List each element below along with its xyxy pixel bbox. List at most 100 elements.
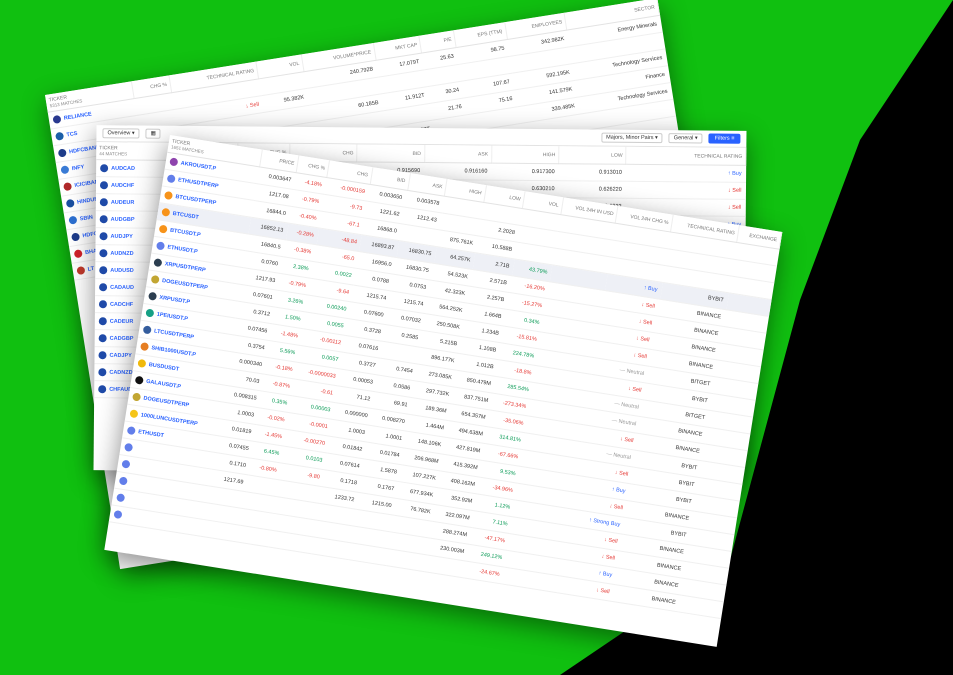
ticker-logo-icon bbox=[134, 375, 144, 385]
ticker-symbol[interactable]: SHIB1000USDT.P bbox=[151, 345, 196, 358]
ticker-symbol[interactable]: AUDJPY bbox=[111, 234, 133, 240]
ticker-symbol[interactable]: AUDGBP bbox=[111, 217, 135, 223]
view-select[interactable]: Overview ▾ bbox=[102, 128, 140, 139]
ticker-symbol[interactable]: GALAUSDT.P bbox=[146, 379, 182, 390]
technical-rating-cell: ↓ Sell bbox=[625, 181, 746, 200]
currency-flag-icon bbox=[99, 283, 108, 292]
ticker-symbol[interactable] bbox=[135, 446, 136, 452]
column-header-low[interactable]: LOW bbox=[558, 146, 627, 165]
ticker-symbol[interactable]: AUDCHF bbox=[111, 183, 134, 189]
ticker-logo-icon bbox=[147, 291, 158, 301]
column-header-high[interactable]: HIGH bbox=[491, 145, 559, 164]
currency-flag-icon bbox=[98, 317, 107, 326]
currency-flag-icon bbox=[98, 368, 107, 377]
ticker-logo-icon bbox=[158, 224, 168, 234]
general-filter-label: General bbox=[673, 135, 694, 142]
ticker-symbol[interactable]: BUSDUSDT bbox=[148, 362, 179, 373]
ticker-symbol[interactable]: ETHUSDT.P bbox=[167, 244, 198, 255]
ticker-logo-icon bbox=[145, 308, 155, 318]
ticker-symbol[interactable]: BTCUSDTPERP bbox=[175, 194, 217, 206]
ticker-logo-icon bbox=[126, 426, 136, 436]
ticker-symbol[interactable]: CADGBP bbox=[110, 336, 134, 342]
ticker-logo-icon bbox=[71, 232, 81, 242]
ticker-symbol[interactable]: XRPUSDTPERP bbox=[164, 261, 206, 273]
ticker-logo-icon bbox=[116, 493, 126, 503]
ticker-symbol[interactable]: SBIN bbox=[79, 215, 93, 223]
currency-flag-icon bbox=[99, 215, 108, 224]
ticker-logo-icon bbox=[63, 182, 73, 192]
ticker-symbol[interactable] bbox=[132, 463, 133, 469]
toolbar-spacer bbox=[167, 134, 595, 138]
ticker-symbol[interactable]: LT bbox=[87, 266, 94, 273]
ticker-symbol[interactable] bbox=[127, 496, 128, 502]
ticker-logo-icon bbox=[163, 190, 174, 201]
ticker-symbol[interactable]: CADEUR bbox=[110, 319, 134, 325]
ticker-symbol[interactable]: TCS bbox=[66, 131, 78, 139]
ticker-symbol[interactable]: BTCUSDT bbox=[172, 211, 199, 221]
currency-flag-icon bbox=[100, 164, 109, 173]
currency-flag-icon bbox=[98, 334, 107, 343]
ticker-logo-icon bbox=[137, 358, 147, 368]
low-cell: 0.913010 bbox=[558, 163, 626, 182]
currency-flag-icon bbox=[99, 249, 108, 258]
ticker-symbol[interactable]: AUDNZD bbox=[110, 251, 133, 257]
currency-flag-icon bbox=[99, 198, 108, 207]
technical-rating-cell: ↑ Buy bbox=[625, 164, 746, 183]
ticker-logo-icon bbox=[169, 157, 179, 167]
currency-flag-icon bbox=[98, 351, 107, 360]
ticker-logo-icon bbox=[52, 114, 62, 125]
ticker-logo-icon bbox=[55, 131, 65, 141]
ticker-logo-icon bbox=[73, 249, 83, 259]
column-header-bid[interactable]: BID bbox=[357, 144, 425, 163]
currency-flag-icon bbox=[99, 266, 108, 275]
filters-button-label: Filters bbox=[714, 135, 730, 142]
ticker-logo-icon bbox=[132, 392, 142, 402]
columns-grid-icon[interactable]: ▦ bbox=[145, 128, 161, 139]
currency-flag-icon bbox=[99, 181, 109, 190]
ticker-logo-icon bbox=[121, 459, 131, 469]
change-percent-cell bbox=[237, 525, 272, 547]
ticker-logo-icon bbox=[68, 215, 78, 225]
ticker-symbol[interactable]: 1PEIUSDT.P bbox=[156, 312, 188, 323]
ticker-logo-icon bbox=[118, 476, 128, 486]
ticker-symbol[interactable]: AUDCAD bbox=[111, 166, 135, 172]
ticker-symbol[interactable]: CADJPY bbox=[109, 353, 131, 359]
general-filter-select[interactable]: General ▾ bbox=[668, 133, 703, 144]
ticker-symbol[interactable]: INFY bbox=[71, 164, 84, 172]
view-select-label: Overview bbox=[107, 130, 131, 137]
ticker-symbol[interactable]: XRPUSDT.P bbox=[159, 295, 190, 306]
ticker-symbol[interactable]: AUDEUR bbox=[111, 200, 135, 206]
ticker-symbol[interactable]: ETHUSDTPERP bbox=[178, 177, 219, 189]
ticker-symbol[interactable]: ETHUSDT bbox=[138, 429, 165, 439]
ticker-symbol[interactable]: RELIANCE bbox=[63, 111, 92, 121]
ticker-symbol[interactable] bbox=[130, 480, 131, 486]
currency-flag-icon bbox=[98, 385, 107, 394]
column-header-technical-rating[interactable]: TECHNICAL RATING bbox=[625, 146, 746, 166]
high-cell: 0.917300 bbox=[491, 163, 559, 181]
ticker-logo-icon bbox=[150, 274, 160, 285]
ticker-logo-icon bbox=[113, 509, 123, 520]
filters-button[interactable]: Filters ≡ bbox=[708, 133, 741, 144]
majors-filter-label: Majors, Minor Pairs bbox=[606, 134, 654, 142]
ticker-symbol[interactable]: CADCHF bbox=[110, 302, 133, 308]
ticker-logo-icon bbox=[76, 265, 86, 276]
ticker-logo-icon bbox=[153, 258, 163, 268]
ticker-logo-icon bbox=[155, 241, 166, 251]
ticker-symbol[interactable]: LTCUSDTPERP bbox=[154, 328, 195, 340]
ticker-symbol[interactable]: CADAUD bbox=[110, 285, 134, 291]
majors-filter-select[interactable]: Majors, Minor Pairs ▾ bbox=[601, 132, 663, 144]
ticker-logo-icon bbox=[60, 165, 70, 175]
ticker-symbol[interactable]: AKROUSDT.P bbox=[180, 161, 216, 173]
ticker-symbol[interactable] bbox=[124, 513, 125, 519]
ticker-logo-icon bbox=[129, 409, 139, 419]
ticker-symbol[interactable]: CADNZD bbox=[109, 370, 132, 376]
ticker-logo-icon bbox=[142, 325, 152, 335]
currency-flag-icon bbox=[99, 232, 108, 241]
ticker-logo-icon bbox=[166, 174, 176, 184]
currency-flag-icon bbox=[98, 300, 107, 309]
ticker-logo-icon bbox=[65, 198, 75, 208]
ticker-symbol[interactable]: BTCUSDT.P bbox=[170, 228, 201, 239]
ticker-logo-icon bbox=[57, 148, 67, 158]
column-header-ask[interactable]: ASK bbox=[424, 145, 492, 164]
ticker-symbol[interactable]: AUDUSD bbox=[110, 268, 134, 274]
